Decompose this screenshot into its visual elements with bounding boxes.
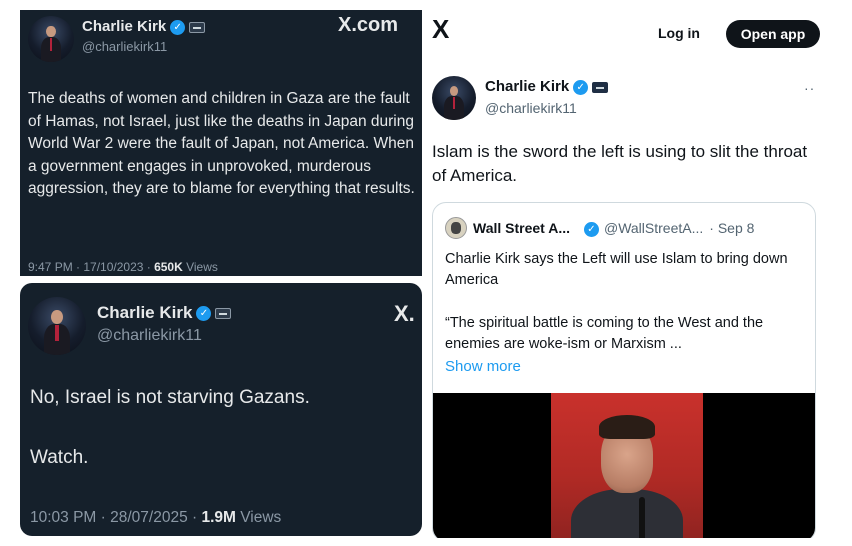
avatar[interactable]	[432, 76, 476, 120]
log-in-link[interactable]: Log in	[658, 25, 700, 41]
affiliation-badge-icon	[592, 81, 609, 93]
more-options-icon[interactable]: ··	[804, 80, 815, 96]
x-com-label: X.com	[338, 14, 399, 36]
author-handle[interactable]: @charliekirk11	[82, 39, 167, 54]
verified-badge-icon: ✓	[170, 19, 186, 35]
author-name[interactable]: Charlie Kirk ✓	[97, 303, 232, 323]
author-handle[interactable]: @charliekirk11	[97, 327, 202, 345]
tweet-card-islam: X Log in Open app Charlie Kirk ✓ @charlie…	[426, 8, 820, 538]
quoted-author-name: Wall Street A...	[473, 220, 570, 236]
avatar[interactable]	[28, 297, 86, 355]
quoted-avatar	[445, 217, 467, 239]
quoted-text-2: “The spiritual battle is coming to the W…	[445, 315, 764, 352]
tweet-text-line-2: Watch.	[30, 447, 89, 468]
quoted-text-1: Charlie Kirk says the Left will use Isla…	[445, 251, 788, 288]
tweet-card-gaza: Charlie Kirk ✓ @charliekirk11 X.com The d…	[20, 10, 422, 276]
verified-badge-icon: ✓	[573, 79, 589, 95]
tweet-text-line-1: No, Israel is not starving Gazans.	[30, 387, 310, 408]
views-label: Views	[235, 509, 282, 526]
author-name-text: Charlie Kirk	[82, 18, 167, 35]
tweet-text: Islam is the sword the left is using to …	[432, 142, 808, 185]
verified-badge-icon: ✓	[196, 306, 212, 322]
tweet-text: The deaths of women and children in Gaza…	[28, 90, 415, 197]
author-name-text: Charlie Kirk	[485, 78, 570, 95]
quoted-tweet[interactable]: Wall Street A... ✓ @WallStreetA... · Sep 8 …	[432, 202, 816, 538]
author-name-text: Charlie Kirk	[97, 303, 193, 322]
author-handle[interactable]: @charliekirk11	[485, 100, 577, 116]
show-more-link[interactable]: Show more	[445, 358, 521, 375]
tweet-meta: 9:47 PM · 17/10/2023 · 650K Views	[28, 260, 218, 274]
affiliation-badge-icon	[215, 308, 232, 320]
views-count: 1.9M	[201, 509, 236, 526]
tweet-timestamp[interactable]: 9:47 PM · 17/10/2023 ·	[28, 260, 154, 274]
x-logo-icon[interactable]: X	[432, 14, 449, 45]
tweet-meta: 10:03 PM · 28/07/2025 · 1.9M Views	[30, 509, 281, 527]
avatar[interactable]	[28, 16, 74, 62]
quoted-date: · Sep 8	[709, 220, 755, 236]
quoted-author-row: Wall Street A... ✓ @WallStreetA... · Sep 8	[473, 220, 754, 237]
tweet-card-starving: Charlie Kirk ✓ @charliekirk11 X. No, Isra…	[20, 283, 422, 536]
verified-badge-icon: ✓	[583, 221, 599, 237]
author-name[interactable]: Charlie Kirk ✓	[82, 18, 206, 35]
views-label: Views	[182, 260, 218, 274]
views-count: 650K	[154, 260, 183, 274]
quoted-handle: @WallStreetA...	[603, 220, 704, 236]
tweet-timestamp[interactable]: 10:03 PM · 28/07/2025 ·	[30, 509, 201, 526]
x-logo-icon: X.	[394, 301, 415, 326]
author-name[interactable]: Charlie Kirk ✓	[485, 78, 609, 95]
video-speaker-frame	[551, 393, 703, 538]
open-app-button[interactable]: Open app	[726, 20, 820, 48]
affiliation-badge-icon	[189, 21, 206, 33]
video-thumbnail[interactable]	[433, 393, 815, 538]
